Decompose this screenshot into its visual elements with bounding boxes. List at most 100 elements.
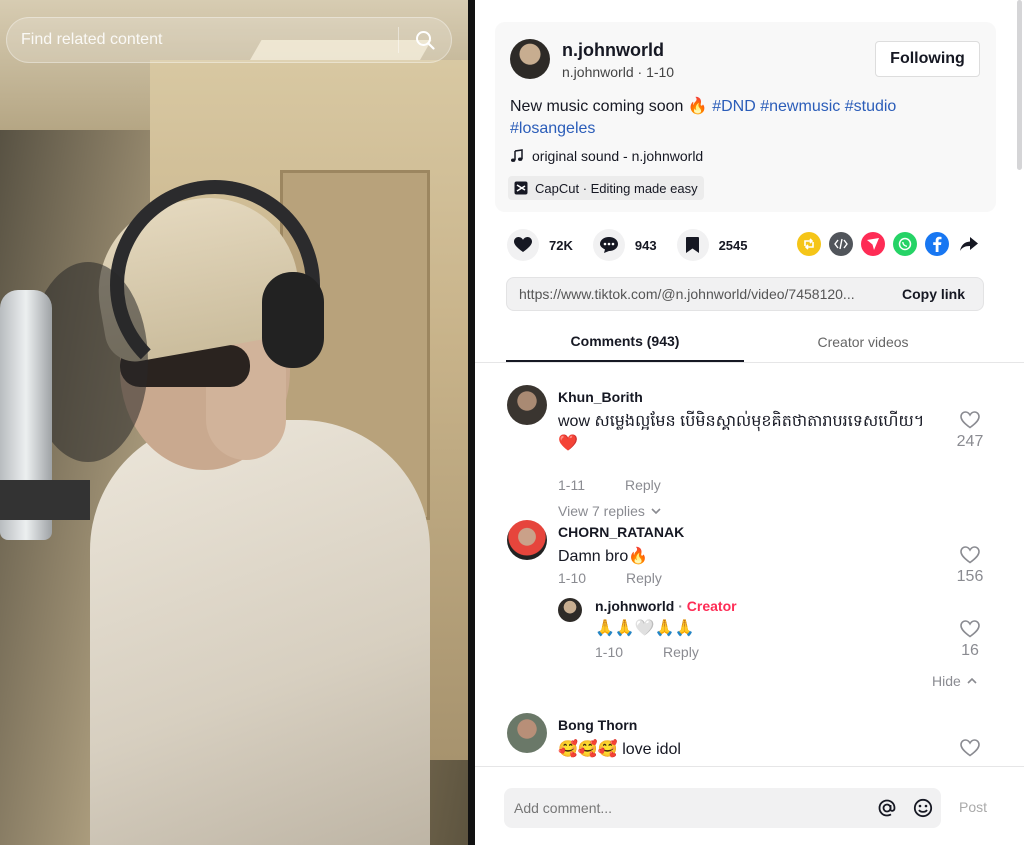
comment-input[interactable]	[504, 800, 869, 816]
sound-name: original sound - n.johnworld	[532, 148, 704, 164]
embed-code-icon	[834, 238, 848, 250]
comment-text: Damn bro🔥	[558, 548, 649, 565]
hashtag-losangeles[interactable]: #losangeles	[510, 120, 595, 137]
comment-input-box	[504, 788, 941, 828]
video-player[interactable]	[0, 0, 468, 845]
scrollbar-thumb[interactable]	[1017, 0, 1022, 170]
author-subline: n.johnworld · 1-10	[562, 64, 674, 80]
scrollbar[interactable]	[1016, 0, 1024, 170]
save-circle	[676, 229, 709, 261]
commenter-avatar[interactable]	[507, 385, 547, 425]
hide-label: Hide	[932, 673, 961, 689]
comment-footer: Post	[475, 766, 1024, 845]
copy-link-box: https://www.tiktok.com/@n.johnworld/vide…	[506, 277, 984, 311]
hashtag-studio[interactable]: #studio	[845, 98, 897, 115]
tab-comments[interactable]: Comments (943)	[506, 322, 744, 362]
view-replies-label: View 7 replies	[558, 503, 645, 519]
commenter-avatar[interactable]	[507, 520, 547, 560]
headphone-earcup	[262, 272, 324, 368]
comment-text: 🥰🥰🥰 love idol	[558, 741, 681, 758]
search-input[interactable]	[7, 18, 398, 62]
copy-link-button[interactable]: Copy link	[892, 286, 983, 302]
mic-stand	[0, 480, 90, 520]
reply-meta: 1-10 Reply	[595, 644, 699, 660]
comment-meta: 1-10 Reply	[558, 570, 662, 586]
reply-author-name[interactable]: n.johnworld	[595, 598, 674, 614]
like-count: 72K	[549, 237, 573, 253]
send-to-friends-button[interactable]	[861, 232, 885, 256]
reply-text: 🙏🙏🤍🙏🙏	[595, 620, 695, 637]
hashtag-dnd[interactable]: #DND	[712, 98, 756, 115]
heart-outline-icon	[960, 620, 980, 638]
post-info-card: n.johnworld n.johnworld · 1-10 Following…	[495, 22, 996, 212]
dot-separator: ·	[637, 64, 647, 80]
tab-creator-videos[interactable]: Creator videos	[744, 322, 982, 362]
facebook-icon	[933, 236, 942, 252]
reply-like-count: 16	[961, 642, 979, 659]
at-sign-icon	[878, 799, 896, 817]
video-url: https://www.tiktok.com/@n.johnworld/vide…	[519, 286, 855, 302]
following-button[interactable]: Following	[875, 41, 980, 77]
reply-button[interactable]: Reply	[663, 644, 699, 660]
dot-separator: ·	[678, 598, 687, 614]
mention-button[interactable]	[869, 788, 905, 828]
commenter-avatar[interactable]	[507, 713, 547, 753]
repost-icon	[804, 238, 814, 250]
reply-button[interactable]: Reply	[626, 570, 662, 586]
author-username[interactable]: n.johnworld	[562, 40, 664, 61]
singer-shirt	[90, 420, 430, 845]
more-share-button[interactable]	[957, 232, 981, 256]
reply-avatar[interactable]	[558, 598, 582, 622]
like-button[interactable]: 72K	[507, 229, 573, 261]
share-options	[797, 232, 981, 256]
comment-button[interactable]: 943	[592, 229, 657, 261]
post-caption: New music coming soon 🔥 #DND #newmusic #…	[510, 96, 980, 140]
sound-link[interactable]: original sound - n.johnworld	[510, 148, 703, 164]
reply-like-button[interactable]: 16	[955, 620, 985, 660]
reply-button[interactable]: Reply	[625, 477, 661, 493]
comment-meta: 1-11 Reply	[558, 477, 661, 493]
heart-outline-icon	[960, 411, 980, 429]
capcut-icon	[514, 181, 528, 195]
creator-badge: Creator	[686, 598, 737, 614]
chevron-down-icon	[651, 508, 661, 514]
reply-author: n.johnworld · Creator	[595, 598, 737, 614]
share-arrow-icon	[960, 237, 978, 251]
capcut-label: CapCut · Editing made easy	[535, 180, 698, 196]
emoji-button[interactable]	[905, 788, 941, 828]
comment-date: 1-10	[558, 570, 587, 586]
commenter-name[interactable]: Bong Thorn	[558, 717, 637, 733]
post-comment-button[interactable]: Post	[959, 799, 987, 815]
comment-circle	[592, 229, 625, 261]
author-avatar[interactable]	[510, 39, 550, 79]
search-button[interactable]	[399, 18, 451, 62]
facebook-button[interactable]	[925, 232, 949, 256]
comment-icon	[599, 237, 618, 253]
save-count: 2545	[718, 237, 748, 253]
whatsapp-icon	[898, 237, 912, 251]
author-handle[interactable]: n.johnworld	[562, 64, 634, 80]
commenter-name[interactable]: Khun_Borith	[558, 389, 643, 405]
comment-like-button[interactable]	[955, 739, 985, 761]
comment-like-count: 247	[956, 433, 984, 450]
search-icon	[416, 31, 435, 50]
repost-button[interactable]	[797, 232, 821, 256]
commenter-name[interactable]: CHORN_RATANAK	[558, 524, 684, 540]
search-bar	[6, 17, 452, 63]
comment-like-button[interactable]: 247	[955, 411, 985, 451]
hashtag-newmusic[interactable]: #newmusic	[760, 98, 840, 115]
whatsapp-button[interactable]	[893, 232, 917, 256]
reply-date: 1-10	[595, 644, 624, 660]
view-replies-button[interactable]: View 7 replies	[558, 503, 661, 519]
engagement-bar: 72K 943 2545	[507, 228, 767, 262]
heart-outline-icon	[960, 739, 980, 757]
comment-list: Khun_Borith wow សម្លេងល្អមែន បើមិនស្គាល់…	[475, 365, 1024, 765]
like-circle	[507, 229, 539, 261]
hide-replies-button[interactable]: Hide	[932, 673, 977, 689]
panel-divider	[468, 0, 475, 845]
capcut-tag[interactable]: CapCut · Editing made easy	[508, 176, 704, 200]
comment-text: wow សម្លេងល្អមែន បើមិនស្គាល់មុខគិតថាតារា…	[558, 413, 925, 452]
embed-button[interactable]	[829, 232, 853, 256]
comment-like-button[interactable]: 156	[955, 546, 985, 586]
save-button[interactable]: 2545	[676, 229, 748, 261]
